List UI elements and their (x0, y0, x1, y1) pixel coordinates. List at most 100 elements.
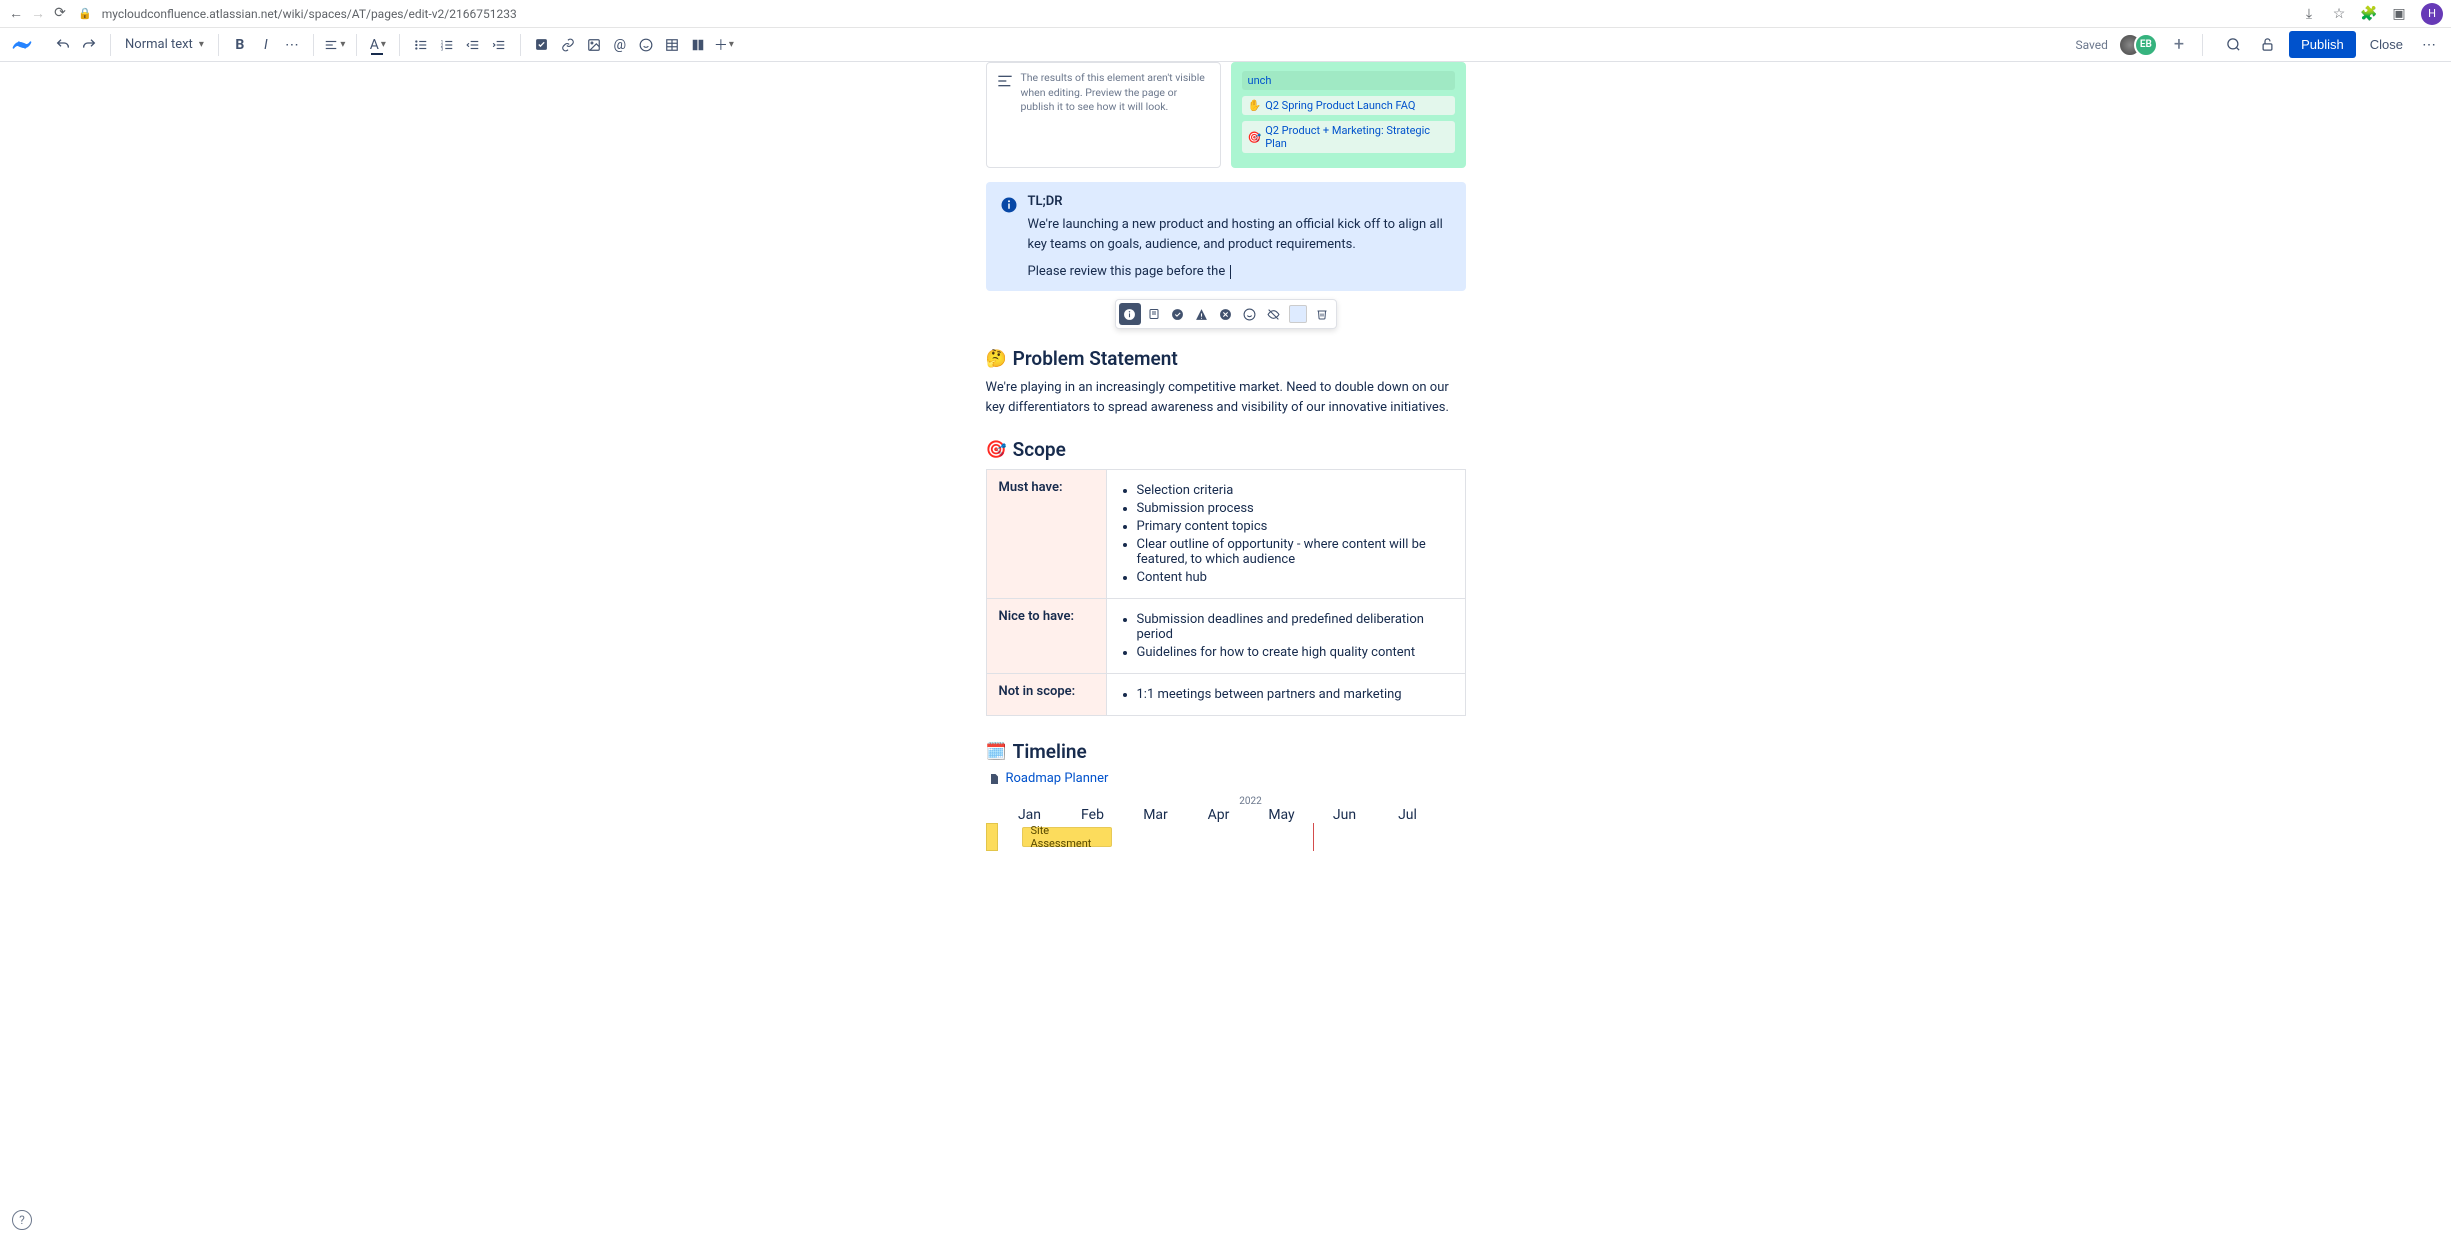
close-button[interactable]: Close (2366, 31, 2407, 58)
add-collaborator-icon[interactable]: + (2174, 34, 2184, 55)
browser-reload-icon[interactable]: ⟳ (52, 5, 68, 22)
extensions-icon[interactable]: 🧩 (2361, 6, 2377, 22)
panel-type-warning-icon[interactable] (1191, 303, 1213, 325)
toc-panel[interactable]: The results of this element aren't visib… (986, 62, 1221, 168)
scope-label-musthave[interactable]: Must have: (986, 470, 1106, 599)
scope-label-nicetohave[interactable]: Nice to have: (986, 599, 1106, 674)
tldr-para1: We're launching a new product and hostin… (1028, 215, 1452, 254)
scope-table[interactable]: Must have: Selection criteria Submission… (986, 469, 1466, 716)
panel-hide-icon[interactable] (1263, 303, 1285, 325)
panel-floating-toolbar (986, 299, 1466, 329)
related-link-0[interactable]: unch (1242, 71, 1455, 90)
more-format-icon[interactable]: ⋯ (279, 32, 305, 58)
numbered-list-icon[interactable]: 123 (434, 32, 460, 58)
text-color-icon[interactable]: A▾ (365, 32, 391, 58)
panel-type-note-icon[interactable] (1143, 303, 1165, 325)
panel-delete-icon[interactable] (1311, 303, 1333, 325)
text-cursor (1230, 265, 1231, 279)
tldr-para2[interactable]: Please review this page before the (1028, 264, 1452, 279)
related-link-1[interactable]: ✋ Q2 Spring Product Launch FAQ (1242, 96, 1455, 115)
editor-toolbar: Normal text ▾ B I ⋯ ▾ A▾ 123 @ ＋▾ (0, 28, 2451, 62)
toc-message: The results of this element aren't visib… (1021, 71, 1210, 115)
month-jul: Jul (1376, 807, 1439, 823)
problem-heading[interactable]: 🤔 Problem Statement (986, 347, 1466, 370)
scope-heading[interactable]: 🎯 Scope (986, 438, 1466, 461)
problem-body[interactable]: We're playing in an increasingly competi… (986, 378, 1466, 418)
action-item-icon[interactable] (529, 32, 555, 58)
star-icon[interactable]: ☆ (2331, 6, 2347, 22)
profile-avatar[interactable]: H (2421, 3, 2443, 25)
target-emoji-icon: 🎯 (986, 440, 1007, 460)
confluence-logo-icon[interactable] (10, 33, 34, 57)
browser-forward-icon: → (30, 5, 46, 22)
table-row: Must have: Selection criteria Submission… (986, 470, 1465, 599)
panel-color-swatch[interactable] (1289, 305, 1307, 323)
help-button[interactable]: ? (12, 1210, 32, 1230)
panel-custom-emoji-icon[interactable] (1239, 303, 1261, 325)
undo-icon[interactable] (50, 32, 76, 58)
month-jun: Jun (1313, 807, 1376, 823)
restrictions-icon[interactable] (2255, 37, 2279, 52)
align-icon[interactable]: ▾ (322, 32, 348, 58)
timeline-chart[interactable]: 2022 Jan Feb Mar Apr May Jun Jul Site As… (986, 796, 1466, 851)
avatar-user2[interactable]: EB (2134, 33, 2158, 57)
save-status: Saved (2075, 38, 2107, 52)
today-marker (1313, 823, 1314, 851)
search-icon[interactable] (2221, 37, 2245, 52)
timeline-bar-site-assessment[interactable]: Site Assessment (1022, 827, 1112, 847)
image-icon[interactable] (581, 32, 607, 58)
insert-more-icon[interactable]: ＋▾ (711, 32, 737, 58)
text-style-label: Normal text (125, 37, 193, 52)
panel-icon[interactable]: ▣ (2391, 6, 2407, 22)
calendar-emoji-icon: 🗓️ (986, 742, 1007, 762)
panel-type-success-icon[interactable] (1167, 303, 1189, 325)
panel-type-info-icon[interactable] (1119, 303, 1141, 325)
timeline-lane-label (986, 823, 998, 851)
info-icon (1000, 196, 1018, 279)
italic-icon[interactable]: I (253, 32, 279, 58)
thinking-emoji-icon: 🤔 (986, 349, 1007, 369)
url-text[interactable]: mycloudconfluence.atlassian.net/wiki/spa… (102, 7, 517, 21)
chevron-down-icon: ▾ (199, 39, 204, 50)
editor-canvas[interactable]: The results of this element aren't visib… (0, 62, 2451, 891)
month-may: May (1250, 807, 1313, 823)
roadmap-planner-link[interactable]: Roadmap Planner (988, 771, 1466, 786)
bold-icon[interactable]: B (227, 32, 253, 58)
month-jan: Jan (998, 807, 1061, 823)
emoji-icon[interactable] (633, 32, 659, 58)
scope-label-notinscope[interactable]: Not in scope: (986, 674, 1106, 716)
redo-icon[interactable] (76, 32, 102, 58)
download-icon[interactable]: ⤓ (2301, 6, 2317, 22)
text-style-dropdown[interactable]: Normal text ▾ (119, 32, 210, 58)
month-feb: Feb (1061, 807, 1124, 823)
related-pages-panel[interactable]: unch ✋ Q2 Spring Product Launch FAQ 🎯 Q2… (1231, 62, 1466, 168)
toc-icon (997, 75, 1013, 115)
target-emoji-icon: 🎯 (1248, 131, 1262, 144)
outdent-icon[interactable] (460, 32, 486, 58)
tldr-title: TL;DR (1028, 194, 1452, 209)
month-apr: Apr (1187, 807, 1250, 823)
month-mar: Mar (1124, 807, 1187, 823)
document-icon (988, 772, 1000, 786)
indent-icon[interactable] (486, 32, 512, 58)
hand-emoji-icon: ✋ (1248, 99, 1262, 112)
timeline-year: 2022 (1036, 796, 1466, 807)
table-icon[interactable] (659, 32, 685, 58)
panel-type-error-icon[interactable] (1215, 303, 1237, 325)
collaborators: EB (2118, 33, 2158, 57)
bullet-list-icon[interactable] (408, 32, 434, 58)
info-panel[interactable]: TL;DR We're launching a new product and … (986, 182, 1466, 291)
more-actions-icon[interactable]: ⋯ (2417, 37, 2441, 53)
related-link-2[interactable]: 🎯 Q2 Product + Marketing: Strategic Plan (1242, 121, 1455, 153)
publish-button[interactable]: Publish (2289, 31, 2356, 58)
timeline-heading[interactable]: 🗓️ Timeline (986, 740, 1466, 763)
lock-icon: 🔒 (78, 7, 92, 20)
layouts-icon[interactable] (685, 32, 711, 58)
link-icon[interactable] (555, 32, 581, 58)
table-row: Not in scope: 1:1 meetings between partn… (986, 674, 1465, 716)
browser-back-icon[interactable]: ← (8, 5, 24, 22)
table-row: Nice to have: Submission deadlines and p… (986, 599, 1465, 674)
mention-icon[interactable]: @ (607, 32, 633, 58)
browser-chrome: ← → ⟳ 🔒 mycloudconfluence.atlassian.net/… (0, 0, 2451, 28)
svg-text:3: 3 (440, 46, 443, 52)
